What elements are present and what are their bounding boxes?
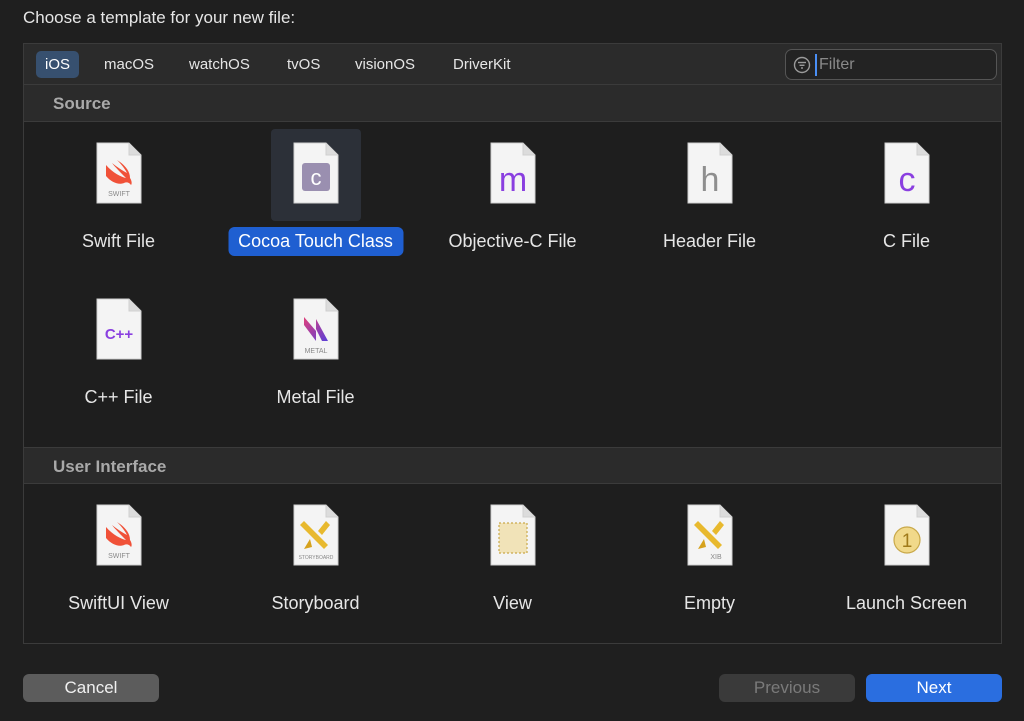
svg-text:STORYBOARD: STORYBOARD [298, 555, 333, 561]
template-c-file[interactable]: c C File [808, 129, 1005, 269]
template-objective-c-file[interactable]: m Objective-C File [414, 129, 611, 269]
template-header-file[interactable]: h Header File [611, 129, 808, 269]
template-label: C++ File [84, 387, 153, 407]
template-label: Swift File [81, 231, 156, 251]
tab-watchos[interactable]: watchOS [180, 51, 259, 78]
template-panel: iOS macOS watchOS tvOS visionOS DriverKi… [23, 43, 1002, 644]
c-file-icon: c [884, 142, 929, 204]
template-label: Metal File [276, 387, 355, 407]
filter-input[interactable] [815, 54, 990, 76]
template-swift-file[interactable]: SWIFT Swift File [20, 129, 217, 269]
svg-text:SWIFT: SWIFT [108, 191, 130, 198]
section-header-user-interface: User Interface [24, 447, 1001, 484]
template-launch-screen[interactable]: 1 Launch Screen [808, 491, 1005, 631]
template-label: Header File [662, 231, 757, 251]
launch-screen-icon: 1 [884, 504, 929, 566]
next-button[interactable]: Next [866, 674, 1002, 702]
template-label: Cocoa Touch Class [228, 227, 403, 256]
cocoa-touch-class-icon: c [293, 142, 338, 204]
filter-field[interactable] [785, 49, 997, 80]
template-cpp-file[interactable]: C++ C++ File [20, 285, 217, 425]
tab-visionos[interactable]: visionOS [346, 51, 424, 78]
template-label: SwiftUI View [68, 593, 169, 613]
template-label: Empty [683, 593, 736, 613]
prompt-title: Choose a template for your new file: [23, 8, 296, 27]
tab-driverkit[interactable]: DriverKit [444, 51, 520, 78]
svg-text:c: c [898, 161, 915, 199]
template-label: C File [882, 231, 931, 251]
template-empty[interactable]: XIB Empty [611, 491, 808, 631]
objective-c-file-icon: m [490, 142, 535, 204]
xib-file-icon: XIB [687, 504, 732, 566]
template-view[interactable]: View [414, 491, 611, 631]
platform-tab-bar: iOS macOS watchOS tvOS visionOS DriverKi… [24, 44, 1001, 85]
template-label: Storyboard [271, 593, 360, 613]
template-label: View [493, 593, 532, 613]
template-cocoa-touch-class[interactable]: c Cocoa Touch Class [217, 129, 414, 269]
swift-file-icon: SWIFT [96, 504, 141, 566]
template-storyboard[interactable]: STORYBOARD Storyboard [217, 491, 414, 631]
template-label: Objective-C File [448, 231, 577, 251]
filter-icon [793, 56, 811, 74]
tab-tvos[interactable]: tvOS [278, 51, 329, 78]
cancel-button[interactable]: Cancel [23, 674, 159, 702]
svg-text:SWIFT: SWIFT [108, 553, 130, 560]
view-file-icon [490, 504, 535, 566]
section-header-source: Source [24, 85, 1001, 122]
svg-text:METAL: METAL [304, 348, 327, 355]
metal-file-icon: METAL [293, 298, 338, 360]
tab-ios[interactable]: iOS [36, 51, 80, 78]
template-swiftui-view[interactable]: SWIFT SwiftUI View [20, 491, 217, 631]
svg-text:c: c [310, 165, 321, 190]
svg-text:C++: C++ [104, 326, 133, 343]
tab-macos[interactable]: macOS [95, 51, 163, 78]
previous-button[interactable]: Previous [719, 674, 855, 702]
svg-text:h: h [700, 161, 719, 199]
template-label: Launch Screen [845, 593, 968, 613]
template-metal-file[interactable]: METAL Metal File [217, 285, 414, 425]
header-file-icon: h [687, 142, 732, 204]
svg-text:1: 1 [901, 531, 912, 552]
svg-text:XIB: XIB [710, 554, 722, 561]
cpp-file-icon: C++ [96, 298, 141, 360]
template-chooser: Choose a template for your new file: iOS… [0, 0, 1024, 721]
swift-file-icon: SWIFT [96, 142, 141, 204]
storyboard-icon: STORYBOARD [293, 504, 338, 566]
svg-text:m: m [498, 161, 526, 199]
